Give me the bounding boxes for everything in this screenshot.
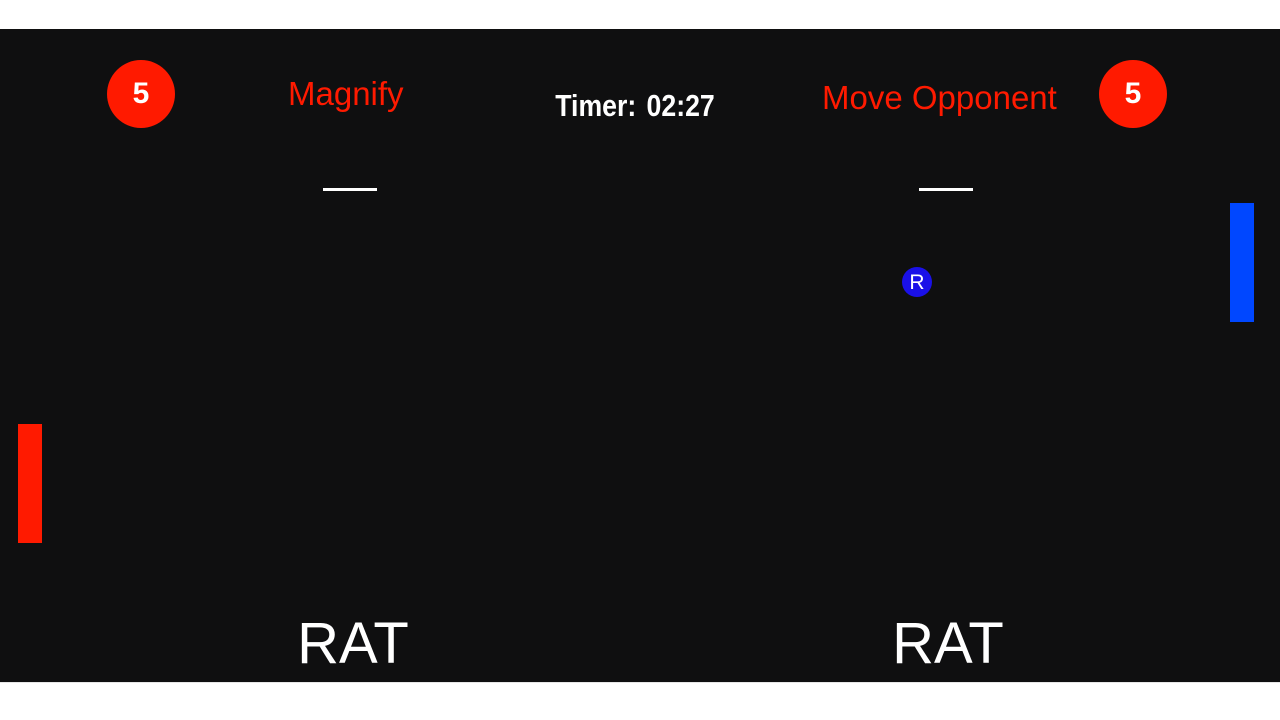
game-board[interactable]: 5 Magnify Timer: 02:27 Move Opponent 5 R…: [0, 29, 1280, 682]
left-powerup-label: Magnify: [288, 75, 404, 112]
left-score-value: 5: [132, 77, 150, 110]
left-paddle-icon: [18, 424, 42, 543]
game-timer: Timer: 02:27: [553, 90, 716, 121]
ball-label: R: [909, 270, 925, 294]
right-player-name: RAT: [892, 611, 1004, 676]
timer-label: Timer:: [555, 88, 637, 123]
timer-value: 02:27: [646, 88, 715, 123]
ball-icon: R: [902, 267, 932, 297]
right-powerup-indicator: [919, 188, 973, 191]
top-browser-strip: [0, 0, 1280, 29]
bottom-browser-strip: [0, 682, 1280, 720]
right-score-value: 5: [1124, 77, 1142, 110]
right-score-badge: 5: [1099, 60, 1167, 128]
right-paddle-icon: [1230, 203, 1254, 322]
right-powerup-label: Move Opponent: [822, 79, 1057, 116]
left-player-name: RAT: [297, 611, 409, 676]
left-score-badge: 5: [107, 60, 175, 128]
left-powerup-indicator: [323, 188, 377, 191]
